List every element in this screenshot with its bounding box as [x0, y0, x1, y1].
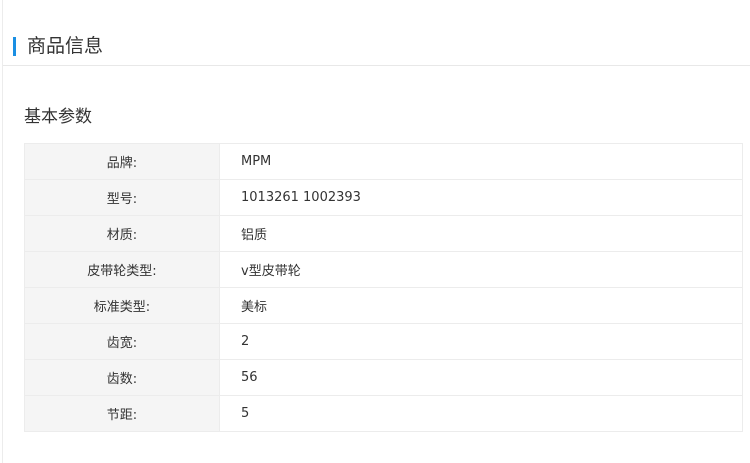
- spec-label-pitch: 节距:: [24, 395, 220, 432]
- spec-value-material: 铝质: [219, 215, 743, 252]
- section-title: 基本参数: [24, 107, 92, 127]
- spec-value-pitch: 5: [219, 395, 743, 432]
- spec-value-standard-type: 美标: [219, 287, 743, 324]
- table-row: 齿数: 56: [24, 359, 743, 396]
- product-info-panel: 商品信息 基本参数 品牌: MPM 型号: 1013261 1002393 材质…: [2, 0, 750, 463]
- table-row: 材质: 铝质: [24, 215, 743, 252]
- table-row: 齿宽: 2: [24, 323, 743, 360]
- spec-label-material: 材质:: [24, 215, 220, 252]
- spec-label-brand: 品牌:: [24, 143, 220, 180]
- table-row: 皮带轮类型: v型皮带轮: [24, 251, 743, 288]
- page-title: 商品信息: [27, 35, 104, 57]
- spec-label-tooth-width: 齿宽:: [24, 323, 220, 360]
- table-row: 标准类型: 美标: [24, 287, 743, 324]
- spec-value-tooth-count: 56: [219, 359, 743, 396]
- spec-label-tooth-count: 齿数:: [24, 359, 220, 396]
- spec-value-pulley-type: v型皮带轮: [219, 251, 743, 288]
- header-accent-bar: [13, 37, 16, 56]
- spec-value-model: 1013261 1002393: [219, 179, 743, 216]
- spec-label-standard-type: 标准类型:: [24, 287, 220, 324]
- spec-value-tooth-width: 2: [219, 323, 743, 360]
- spec-table: 品牌: MPM 型号: 1013261 1002393 材质: 铝质 皮带轮类型…: [24, 143, 743, 432]
- table-row: 节距: 5: [24, 395, 743, 432]
- spec-label-pulley-type: 皮带轮类型:: [24, 251, 220, 288]
- spec-label-model: 型号:: [24, 179, 220, 216]
- spec-value-brand: MPM: [219, 143, 743, 180]
- table-row: 型号: 1013261 1002393: [24, 179, 743, 216]
- table-row: 品牌: MPM: [24, 143, 743, 180]
- panel-header: 商品信息: [3, 0, 750, 66]
